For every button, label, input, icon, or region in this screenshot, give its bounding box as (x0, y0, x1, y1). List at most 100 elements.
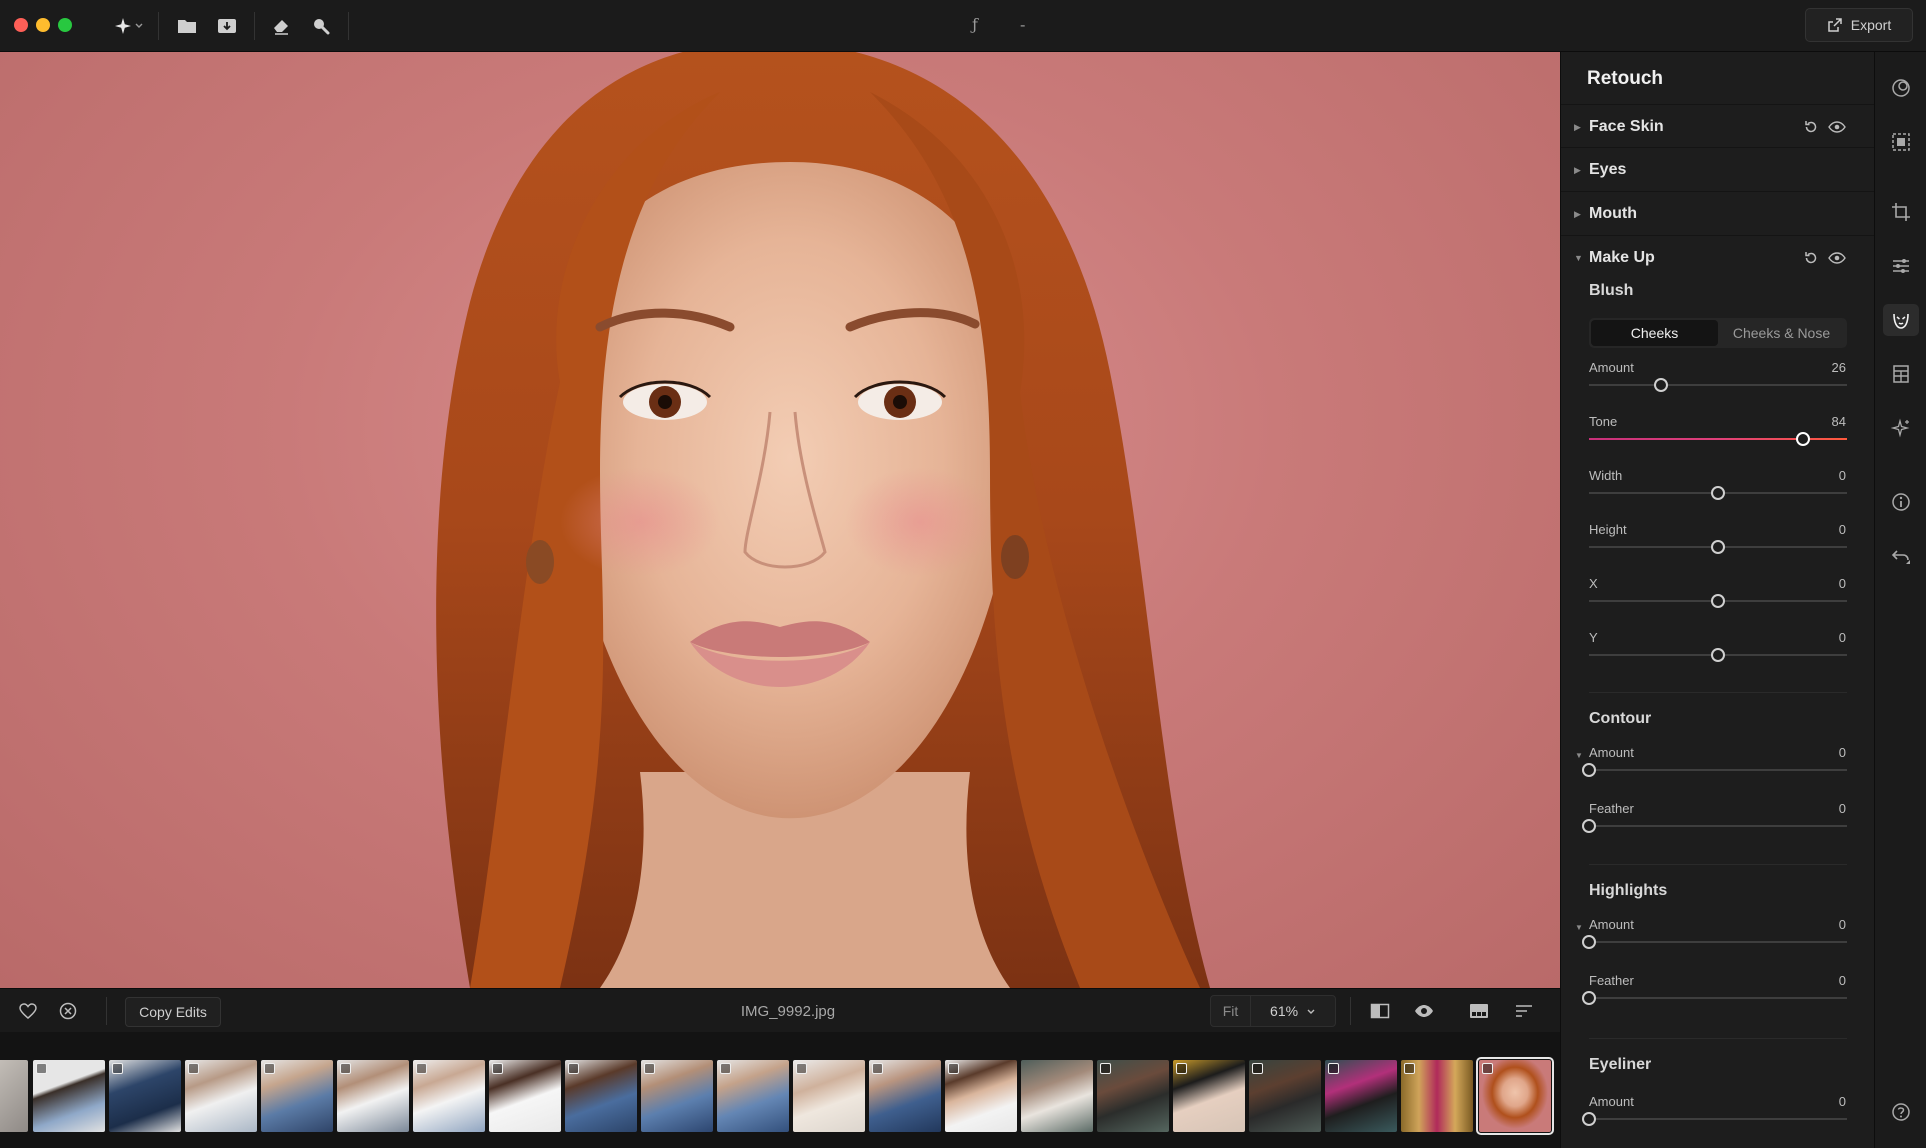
slider-value[interactable]: 26 (1832, 360, 1846, 375)
filmstrip-thumbnail[interactable] (261, 1060, 333, 1132)
ai-tools-menu-button[interactable] (108, 14, 148, 38)
filmstrip-thumbnail[interactable] (185, 1060, 257, 1132)
filmstrip-thumbnail[interactable] (793, 1060, 865, 1132)
filmstrip-thumbnail[interactable] (337, 1060, 409, 1132)
zoom-level-select[interactable]: 61% (1251, 1003, 1335, 1019)
section-divider (1589, 692, 1847, 693)
folder-button[interactable] (174, 14, 200, 38)
layers-tab-button[interactable] (1889, 362, 1913, 386)
slider-handle[interactable] (1711, 540, 1725, 554)
help-button[interactable] (1889, 1100, 1913, 1124)
slider-track[interactable] (1582, 763, 1847, 777)
filmstrip-thumbnail[interactable] (0, 1060, 28, 1132)
eye-icon (1415, 1005, 1433, 1017)
slider-handle[interactable] (1582, 763, 1596, 777)
slider-handle[interactable] (1654, 378, 1669, 392)
section-eyes[interactable]: ▶ Eyes (1561, 148, 1875, 192)
filmstrip-thumbnail[interactable] (565, 1060, 637, 1132)
import-button[interactable] (214, 14, 240, 38)
slider-track[interactable] (1589, 486, 1847, 500)
filmstrip-thumbnail[interactable] (1249, 1060, 1321, 1132)
filmstrip-thumbnail[interactable] (1325, 1060, 1397, 1132)
filmstrip-thumbnail[interactable] (717, 1060, 789, 1132)
preview-toggle-button[interactable] (1412, 999, 1436, 1023)
slider-value[interactable]: 0 (1839, 630, 1846, 645)
slider-track[interactable] (1589, 432, 1847, 446)
filmstrip-thumbnail[interactable] (1097, 1060, 1169, 1132)
slider-handle[interactable] (1582, 819, 1596, 833)
ai-enhance-tab-button[interactable] (1889, 416, 1913, 440)
section-mouth[interactable]: ▶ Mouth (1561, 192, 1875, 236)
retouch-tab-button[interactable] (1883, 304, 1919, 336)
favorite-button[interactable] (16, 999, 40, 1023)
filmstrip-thumbnail[interactable] (1021, 1060, 1093, 1132)
clone-stamp-button[interactable] (308, 14, 334, 38)
photo-canvas[interactable] (0, 52, 1560, 988)
eraser-tool-button[interactable] (268, 14, 294, 38)
reject-button[interactable] (56, 999, 80, 1023)
minimize-window-button[interactable] (36, 18, 50, 32)
slider-handle[interactable] (1796, 432, 1811, 446)
slider-track[interactable] (1582, 819, 1847, 833)
slider-value[interactable]: 0 (1839, 576, 1846, 591)
zoom-fit-button[interactable]: Fit (1211, 995, 1251, 1027)
slider-track[interactable] (1589, 594, 1847, 608)
filmstrip-thumbnail[interactable] (413, 1060, 485, 1132)
slider-value[interactable]: 0 (1839, 1094, 1846, 1109)
masks-tab-button[interactable] (1889, 130, 1913, 154)
crop-tab-button[interactable] (1889, 200, 1913, 224)
history-tab-button[interactable] (1889, 544, 1913, 568)
panel-title: Retouch (1587, 68, 1663, 89)
info-tab-button[interactable] (1889, 490, 1913, 514)
filmstrip-thumbnail[interactable] (1401, 1060, 1473, 1132)
slider-value[interactable]: 84 (1832, 414, 1846, 429)
filmstrip-thumbnail[interactable] (641, 1060, 713, 1132)
slider-track[interactable] (1589, 378, 1847, 392)
slider-value[interactable]: 0 (1839, 917, 1846, 932)
tab-cheeks[interactable]: Cheeks (1591, 320, 1718, 346)
adjust-tab-button[interactable] (1889, 254, 1913, 278)
slider-track[interactable] (1582, 1112, 1847, 1126)
slider-track[interactable] (1582, 991, 1847, 1005)
slider-track[interactable] (1589, 648, 1847, 662)
filmstrip-thumbnail[interactable] (1173, 1060, 1245, 1132)
section-make-up[interactable]: ▼ Make Up (1561, 236, 1875, 280)
chevron-down-icon (1307, 1009, 1315, 1014)
slider-value[interactable]: 0 (1839, 468, 1846, 483)
slider-value[interactable]: 0 (1839, 801, 1846, 816)
filmstrip-thumbnail[interactable] (945, 1060, 1017, 1132)
filmstrip-thumbnail[interactable] (109, 1060, 181, 1132)
slider-handle[interactable] (1582, 935, 1596, 949)
slider-value[interactable]: 0 (1839, 522, 1846, 537)
filmstrip-thumbnail[interactable] (869, 1060, 941, 1132)
slider-handle[interactable] (1582, 1112, 1596, 1126)
reset-icon (1805, 121, 1817, 133)
slider-handle[interactable] (1711, 648, 1725, 662)
sort-button[interactable] (1512, 999, 1536, 1023)
filmstrip-thumbnail[interactable] (489, 1060, 561, 1132)
section-face-skin[interactable]: ▶ Face Skin (1561, 104, 1875, 148)
slider-handle[interactable] (1711, 486, 1725, 500)
presets-tab-button[interactable] (1889, 76, 1913, 100)
slider-track[interactable] (1582, 935, 1847, 949)
filmstrip-thumbnail-selected[interactable] (1476, 1057, 1554, 1135)
export-button[interactable]: Export (1805, 8, 1913, 42)
slider-value[interactable]: 0 (1839, 745, 1846, 760)
compare-view-button[interactable] (1368, 999, 1392, 1023)
crop-icon (1892, 203, 1910, 221)
slider-handle[interactable] (1711, 594, 1725, 608)
visibility-toggle[interactable] (1827, 117, 1847, 137)
slider-value[interactable]: 0 (1839, 973, 1846, 988)
filmstrip-thumbnail[interactable] (33, 1060, 105, 1132)
slider-handle[interactable] (1582, 991, 1596, 1005)
copy-edits-button[interactable]: Copy Edits (125, 997, 221, 1027)
zoom-control: Fit 61% (1210, 995, 1336, 1027)
slider-track[interactable] (1589, 540, 1847, 554)
reset-button[interactable] (1801, 248, 1821, 268)
filmstrip-toggle-button[interactable] (1467, 999, 1491, 1023)
visibility-toggle[interactable] (1827, 248, 1847, 268)
tab-cheeks-and-nose[interactable]: Cheeks & Nose (1718, 320, 1845, 346)
close-window-button[interactable] (14, 18, 28, 32)
reset-button[interactable] (1801, 117, 1821, 137)
zoom-window-button[interactable] (58, 18, 72, 32)
